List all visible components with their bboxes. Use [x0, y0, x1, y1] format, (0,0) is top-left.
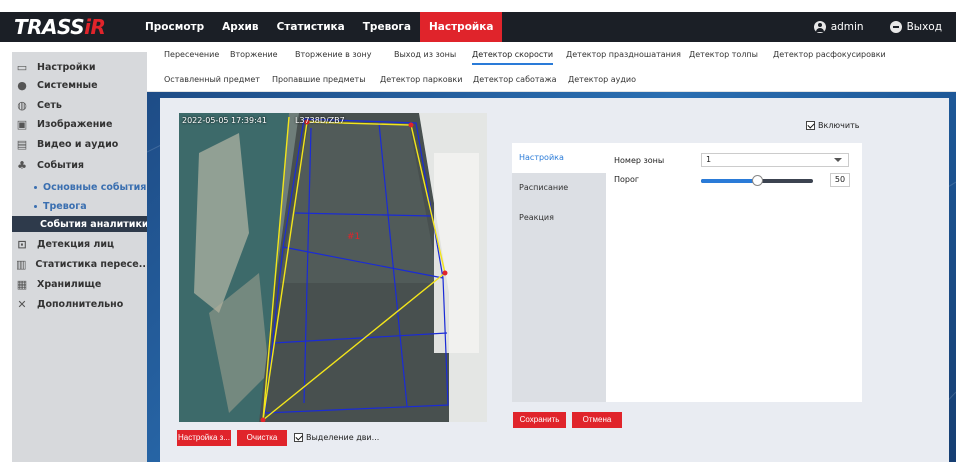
sidebar-item-events[interactable]: ♣ События	[12, 156, 147, 174]
tab-left-object[interactable]: Оставленный предмет	[164, 75, 260, 84]
settings-tabs: Настройка Расписание Реакция	[512, 143, 606, 402]
tab-line-crossing[interactable]: Пересечение	[164, 50, 219, 59]
sidebar-item-system[interactable]: ● Системные	[12, 76, 147, 94]
tab-configuration[interactable]: Настройка	[512, 143, 606, 173]
trassir-logo: TRASSiR	[14, 15, 106, 39]
sidebar-item-face-detection[interactable]: ⊡ Детекция лиц	[12, 235, 147, 253]
tab-zone-exit[interactable]: Выход из зоны	[394, 50, 456, 59]
info-icon: ●	[17, 78, 27, 92]
settings-panel: Настройка Расписание Реакция Номер зоны …	[512, 143, 862, 402]
camera-name: L3738D/ZB7	[295, 116, 345, 125]
user-icon	[813, 21, 826, 33]
top-bar: TRASSiR Просмотр Архив Статистика Тревог…	[0, 12, 956, 42]
video-timestamp: 2022-05-05 17:39:41	[182, 116, 267, 125]
zone-number-value: 1	[706, 155, 712, 164]
sidebar-item-label: Детекция лиц	[37, 238, 115, 250]
sidebar-item-image[interactable]: ▣ Изображение	[12, 115, 147, 133]
sidebar-item-label: Видео и аудио	[37, 138, 119, 150]
slider-handle[interactable]	[752, 175, 763, 186]
sidebar-item-label: Хранилище	[37, 278, 102, 290]
face-icon: ⊡	[17, 237, 27, 251]
sidebar-item-label: Дополнительно	[37, 298, 124, 310]
chevron-down-icon	[834, 158, 842, 162]
sidebar-item-video-audio[interactable]: ▤ Видео и аудио	[12, 135, 147, 153]
sidebar-item-storage[interactable]: ▦ Хранилище	[12, 275, 147, 293]
tab-tamper-detector[interactable]: Детектор саботажа	[473, 75, 557, 84]
sidebar-item-label: Настройки	[37, 61, 96, 73]
cancel-button[interactable]: Отмена	[572, 412, 622, 428]
user-menu[interactable]: admin	[813, 21, 864, 33]
zone-number-label: Номер зоны	[614, 156, 665, 165]
event-type-tabs: Пересечение Вторжение Вторжение в зону В…	[147, 42, 956, 92]
top-nav: Просмотр Архив Статистика Тревога Настро…	[136, 12, 503, 42]
user-area: admin Выход	[813, 12, 942, 42]
zone-setup-button[interactable]: Настройка з...	[177, 430, 231, 446]
video-icon: ▤	[16, 137, 28, 151]
tab-audio-detector[interactable]: Детектор аудио	[568, 75, 636, 84]
disk-icon: ▦	[16, 277, 28, 291]
sidebar-item-label: Изображение	[37, 118, 113, 130]
sidebar-item-label: Системные	[37, 79, 98, 91]
sidebar-item-label: События	[37, 159, 84, 171]
threshold-slider[interactable]	[701, 175, 813, 186]
nav-statistics[interactable]: Статистика	[268, 12, 354, 42]
sidebar: ▭ Настройки ● Системные ◍ Сеть ▣ Изображение…	[12, 52, 147, 462]
tab-zone-intrusion[interactable]: Вторжение в зону	[295, 50, 372, 59]
user-name: admin	[830, 21, 864, 33]
nav-view[interactable]: Просмотр	[136, 12, 213, 42]
nav-settings[interactable]: Настройка	[420, 12, 503, 42]
video-preview[interactable]: #1 2022-05-05 17:39:41 L3738D/ZB7	[179, 113, 487, 422]
sidebar-item-network[interactable]: ◍ Сеть	[12, 96, 147, 114]
chart-icon: ▥	[16, 257, 27, 271]
sidebar-sub-basic-events[interactable]: Основные события	[12, 179, 147, 195]
threshold-label: Порог	[614, 175, 640, 184]
tab-defocus-detector[interactable]: Детектор расфокусировки	[773, 50, 886, 59]
motion-highlight-checkbox[interactable]: Выделение дви...	[294, 433, 379, 442]
sidebar-item-advanced[interactable]: ✕ Дополнительно	[12, 295, 147, 313]
tab-speed-detector[interactable]: Детектор скорости	[472, 50, 554, 65]
tab-reaction[interactable]: Реакция	[512, 203, 606, 233]
globe-icon: ◍	[17, 98, 27, 112]
enable-checkbox[interactable]: Включить	[806, 121, 859, 130]
monitor-icon: ▭	[16, 60, 28, 74]
logout-button[interactable]: Выход	[889, 21, 942, 33]
checkbox-box[interactable]	[294, 433, 303, 442]
slider-fill	[701, 179, 757, 183]
save-button[interactable]: Сохранить	[513, 412, 566, 428]
sidebar-item-label: Сеть	[37, 99, 62, 111]
sidebar-item-settings[interactable]: ▭ Настройки	[12, 58, 147, 76]
tab-loitering-detector[interactable]: Детектор праздношатания	[566, 50, 681, 59]
tab-parking-detector[interactable]: Детектор парковки	[380, 75, 462, 84]
tab-crowd-detector[interactable]: Детектор толпы	[689, 50, 758, 59]
camera-scene[interactable]: #1	[179, 113, 487, 422]
zone-number-select[interactable]: 1	[701, 153, 849, 167]
sidebar-sub-alarm[interactable]: Тревога	[12, 198, 147, 214]
threshold-input[interactable]: 50	[830, 173, 850, 187]
tab-intrusion[interactable]: Вторжение	[230, 50, 278, 59]
logout-label: Выход	[906, 21, 942, 33]
bell-icon: ♣	[17, 158, 27, 172]
tab-missing-object[interactable]: Пропавшие предметы	[272, 75, 366, 84]
sidebar-sub-label: Тревога	[43, 200, 87, 212]
sidebar-sub-label: Основные события	[43, 181, 147, 193]
tab-schedule[interactable]: Расписание	[512, 173, 606, 203]
checkbox-label: Включить	[818, 121, 860, 130]
sidebar-sub-analytics-events[interactable]: События аналитики	[12, 216, 147, 232]
nav-archive[interactable]: Архив	[213, 12, 267, 42]
tools-icon: ✕	[17, 297, 27, 311]
clear-button[interactable]: Очистка	[237, 430, 287, 446]
nav-alarm[interactable]: Тревога	[354, 12, 420, 42]
sidebar-item-label: Статистика пересе...	[35, 258, 147, 270]
checkbox-box[interactable]	[806, 121, 815, 130]
sidebar-item-crossing-stats[interactable]: ▥ Статистика пересе...	[12, 255, 147, 273]
checkbox-label: Выделение дви...	[306, 433, 380, 442]
sidebar-sub-label: События аналитики	[40, 218, 147, 230]
image-icon: ▣	[16, 117, 28, 131]
logout-icon	[889, 21, 902, 33]
zone-label: #1	[347, 232, 360, 242]
